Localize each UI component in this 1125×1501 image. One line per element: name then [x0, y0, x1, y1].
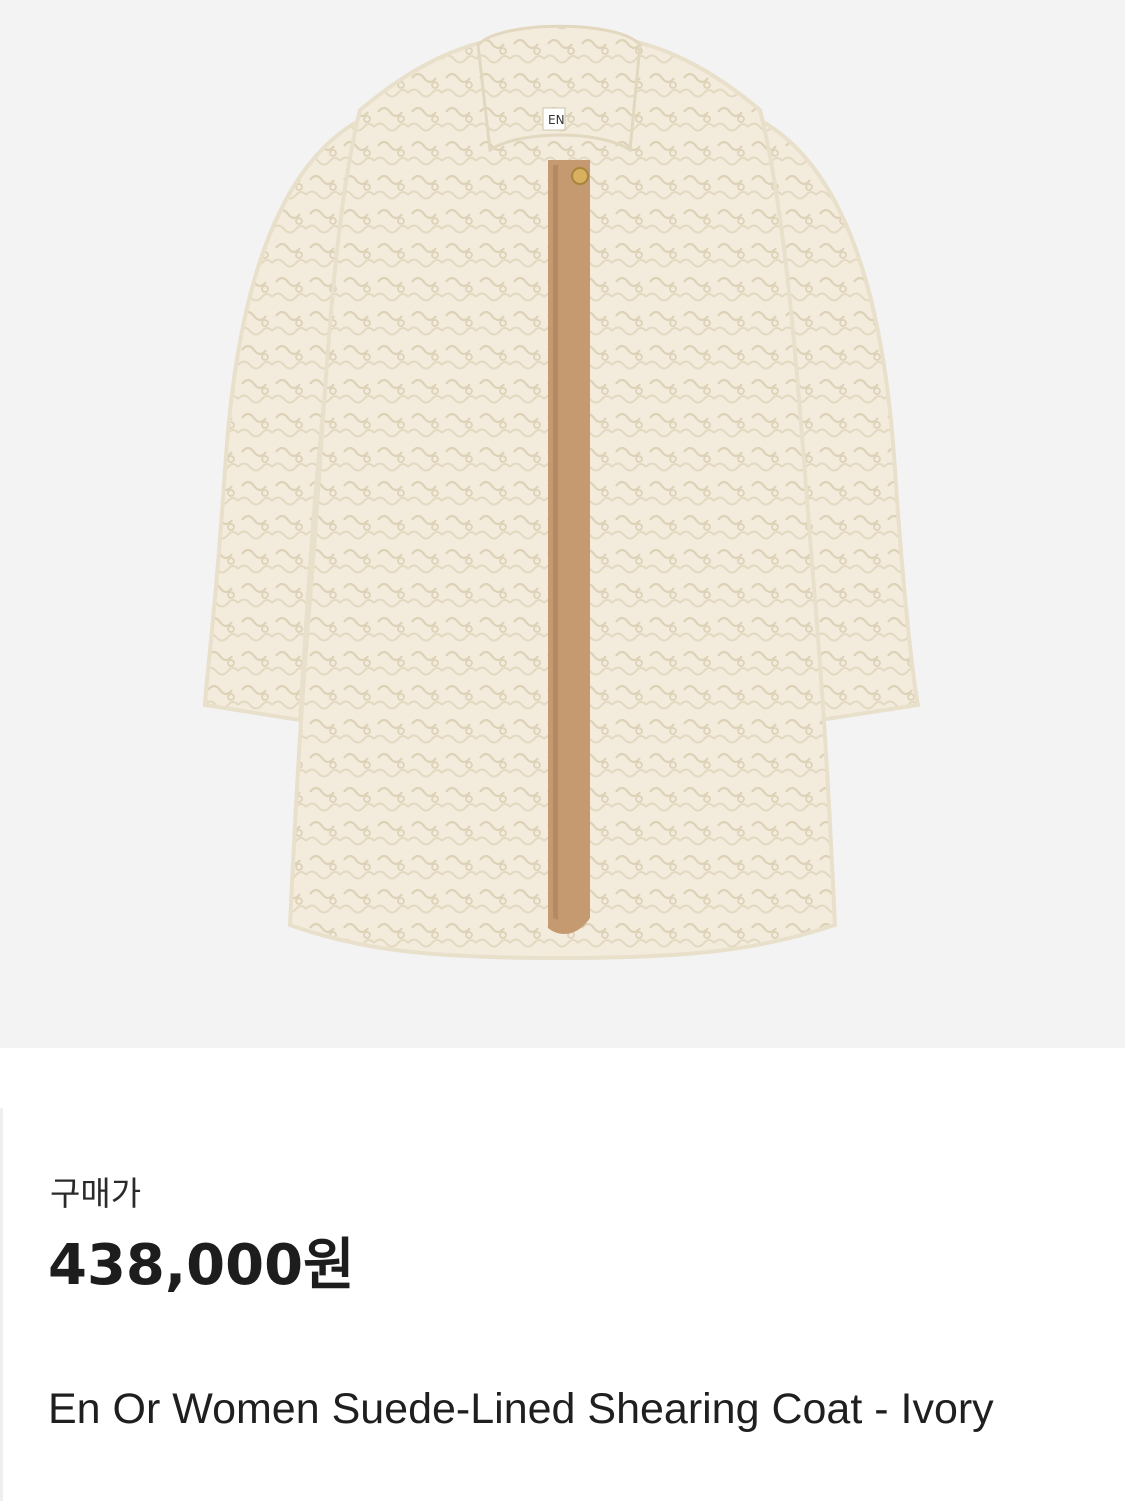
product-title: En Or Women Suede-Lined Shearing Coat - … [48, 1385, 994, 1433]
product-image[interactable]: EN [0, 0, 1125, 1048]
product-detail-page: EN 구매가 438,000원 En Or Women Suede-Lined … [0, 0, 1125, 1501]
svg-text:EN: EN [548, 113, 565, 127]
panel-edge-divider [0, 1108, 3, 1501]
product-info-panel: 구매가 438,000원 En Or Women Suede-Lined She… [0, 1048, 1125, 1501]
price-value: 438,000원 [48, 1233, 355, 1298]
price-label: 구매가 [50, 1174, 142, 1213]
coat-illustration: EN [202, 24, 921, 961]
